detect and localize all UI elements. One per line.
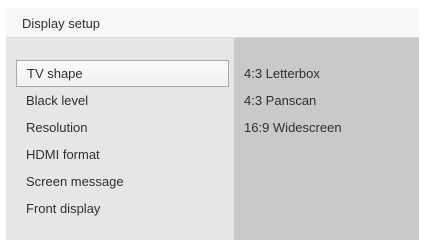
menu-item-screen-message[interactable]: Screen message <box>16 168 229 195</box>
settings-menu-list: TV shape Black level Resolution HDMI for… <box>16 60 229 222</box>
menu-item-tv-shape[interactable]: TV shape <box>16 60 229 87</box>
options-panel: 4:3 Letterbox 4:3 Panscan 16:9 Widescree… <box>234 38 419 240</box>
menu-item-front-display[interactable]: Front display <box>16 195 229 222</box>
menu-item-black-level[interactable]: Black level <box>16 87 229 114</box>
display-setup-window: Display setup TV shape Black level Resol… <box>6 8 419 240</box>
settings-menu-panel: TV shape Black level Resolution HDMI for… <box>6 38 234 240</box>
title-bar: Display setup <box>6 8 419 38</box>
menu-item-hdmi-format[interactable]: HDMI format <box>16 141 229 168</box>
window-title: Display setup <box>22 16 101 31</box>
option-4-3-panscan[interactable]: 4:3 Panscan <box>242 87 412 114</box>
menu-item-resolution[interactable]: Resolution <box>16 114 229 141</box>
option-4-3-letterbox[interactable]: 4:3 Letterbox <box>242 60 412 87</box>
tv-shape-options-list: 4:3 Letterbox 4:3 Panscan 16:9 Widescree… <box>242 60 412 141</box>
option-16-9-widescreen[interactable]: 16:9 Widescreen <box>242 114 412 141</box>
